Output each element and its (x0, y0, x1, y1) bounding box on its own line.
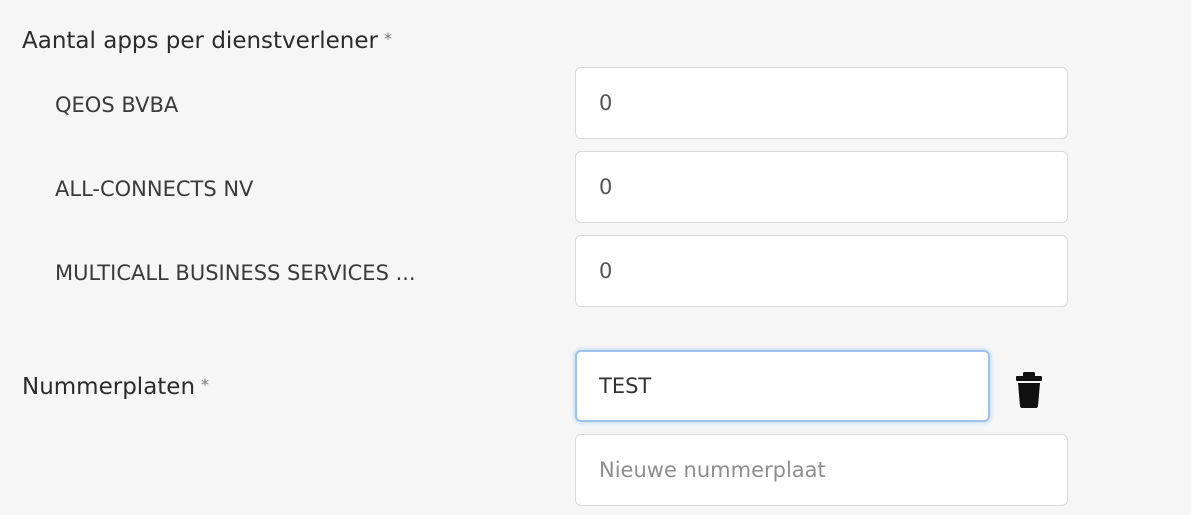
provider-label-multicall: MULTICALL BUSINESS SERVICES ... (55, 261, 416, 285)
apps-per-provider-label-text: Aantal apps per dienstverlener (22, 28, 378, 54)
provider-apps-input-multicall[interactable] (575, 235, 1068, 307)
apps-per-provider-label: Aantal apps per dienstverlener * (22, 30, 392, 53)
license-plates-label-text: Nummerplaten (22, 374, 196, 400)
license-plate-input[interactable] (575, 350, 990, 422)
provider-apps-input-qeos[interactable] (575, 67, 1068, 139)
new-license-plate-input[interactable] (575, 434, 1068, 506)
provider-label-qeos: QEOS BVBA (55, 93, 179, 117)
required-asterisk: * (201, 375, 210, 394)
provider-apps-input-all-connects[interactable] (575, 151, 1068, 223)
license-plates-label: Nummerplaten * (22, 376, 209, 399)
delete-plate-button[interactable] (1014, 369, 1044, 409)
provider-label-all-connects: ALL-CONNECTS NV (55, 177, 254, 201)
required-asterisk: * (383, 29, 392, 48)
trash-icon (1016, 372, 1042, 408)
